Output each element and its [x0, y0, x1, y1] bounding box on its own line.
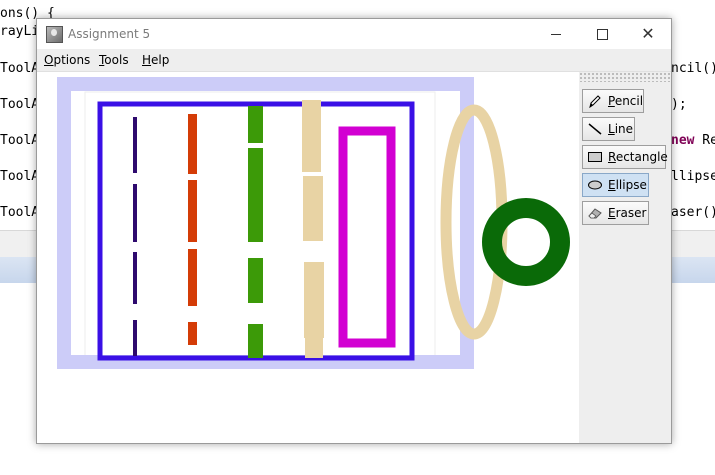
ellipse-icon — [587, 178, 603, 192]
toolbar-grip[interactable] — [579, 72, 671, 82]
purple-dashed-line — [133, 117, 137, 356]
canvas-drawing — [57, 77, 570, 369]
window-title: Assignment 5 — [68, 27, 151, 41]
pencil-tool-button[interactable]: Pencil — [582, 89, 644, 113]
tan-dashed-line — [302, 100, 324, 358]
tool-panel: Pencil Line Rectangle Ellipse Eraser — [579, 72, 671, 443]
maximize-button[interactable] — [579, 19, 625, 49]
code-line: ToolA — [0, 133, 40, 148]
minimize-button[interactable] — [533, 19, 579, 49]
app-window: Assignment 5 ✕ Options Tools Help Pencil… — [36, 18, 672, 444]
title-bar[interactable]: Assignment 5 ✕ — [37, 19, 671, 49]
maximize-icon — [596, 28, 608, 40]
code-line-tail: new Rec — [671, 133, 715, 148]
code-line-tail: ); — [671, 97, 687, 112]
line-icon — [587, 122, 603, 136]
code-line: ToolA — [0, 97, 40, 112]
menu-options[interactable]: Options — [44, 53, 90, 67]
code-line-tail: ncil()); — [671, 61, 715, 76]
rectangle-icon — [587, 150, 603, 164]
eraser-icon — [587, 206, 603, 220]
code-line: ToolA — [0, 205, 40, 220]
code-line: ToolA — [0, 169, 40, 184]
close-icon: ✕ — [641, 24, 655, 43]
pencil-icon — [587, 94, 603, 109]
menu-help[interactable]: Help — [142, 53, 169, 67]
code-line: rayLi — [0, 24, 40, 39]
eraser-tool-button[interactable]: Eraser — [582, 201, 649, 225]
line-tool-button[interactable]: Line — [582, 117, 635, 141]
minimize-icon — [551, 33, 561, 35]
menu-bar: Options Tools Help — [37, 49, 671, 72]
code-line-tail: aser()); — [671, 205, 715, 220]
menu-tools[interactable]: Tools — [99, 53, 129, 67]
ellipse-tool-button[interactable]: Ellipse — [582, 173, 649, 197]
close-button[interactable]: ✕ — [625, 19, 671, 49]
app-icon — [46, 26, 63, 43]
rectangle-tool-button[interactable]: Rectangle — [582, 145, 668, 169]
code-line-tail: llipse — [671, 169, 715, 184]
drawing-canvas[interactable] — [37, 72, 579, 443]
code-line: ToolA — [0, 61, 40, 76]
